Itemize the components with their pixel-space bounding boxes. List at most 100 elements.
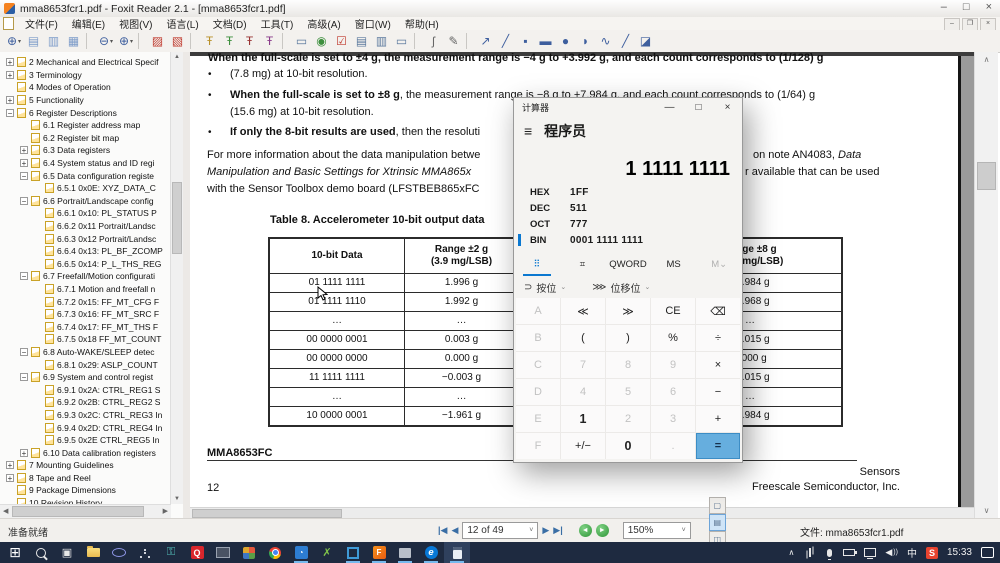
task-view-button[interactable]: ▣ bbox=[54, 542, 80, 563]
maximize-button[interactable]: □ bbox=[963, 1, 970, 13]
close-button[interactable]: × bbox=[986, 1, 992, 13]
scrollbar-thumb[interactable] bbox=[12, 506, 144, 517]
calc-key[interactable]: F bbox=[516, 433, 560, 459]
single-page-layout[interactable]: ▢ bbox=[709, 497, 726, 514]
word-size-button[interactable]: QWORD bbox=[605, 252, 651, 276]
calc-key[interactable]: % bbox=[651, 325, 695, 351]
underline-tool-icon[interactable]: Ŧ bbox=[260, 32, 280, 50]
ide-app-icon[interactable] bbox=[340, 542, 366, 563]
radix-row[interactable]: OCT 777 bbox=[514, 216, 742, 232]
circle-tool-icon[interactable]: ● bbox=[556, 32, 576, 50]
scrollbar-thumb[interactable] bbox=[172, 182, 182, 254]
bookmark-item[interactable]: 6.7.5 0x18 FF_MT_COUNT bbox=[2, 333, 170, 346]
calc-key[interactable]: +/− bbox=[561, 433, 605, 459]
expander-icon[interactable]: − bbox=[20, 197, 28, 205]
bookmark-item[interactable]: + 6.4 System status and ID regi bbox=[2, 157, 170, 170]
previous-view-button[interactable]: ◄ bbox=[579, 524, 592, 537]
clock[interactable]: 15:33 bbox=[947, 542, 972, 563]
radix-row[interactable]: BIN 0001 1111 1111 bbox=[514, 232, 742, 248]
calc-key[interactable]: B bbox=[516, 325, 560, 351]
zoom-out-icon[interactable]: ⊖▾ bbox=[96, 32, 116, 50]
bookmark-item[interactable]: − 6.6 Portrait/Landscape config bbox=[2, 195, 170, 208]
bookmark-item[interactable]: 6.7.2 0x15: FF_MT_CFG F bbox=[2, 295, 170, 308]
bookmark-item[interactable]: 4 Modes of Operation bbox=[2, 81, 170, 94]
rect-tool-icon[interactable]: ▬ bbox=[536, 32, 556, 50]
foxit-reader-icon[interactable]: F bbox=[366, 542, 392, 563]
separator[interactable] bbox=[86, 33, 94, 49]
calculator-title-bar[interactable]: 计算器 — □ × bbox=[514, 98, 742, 116]
bookmark-item[interactable]: 6.8.1 0x29: ASLP_COUNT bbox=[2, 358, 170, 371]
next-page-button[interactable]: ▶ bbox=[542, 525, 549, 536]
last-page-button[interactable]: ▶| bbox=[553, 525, 562, 536]
bookmark-item[interactable]: 6.5.1 0x0E: XYZ_DATA_C bbox=[2, 182, 170, 195]
bookmark-item[interactable]: + 2 Mechanical and Electrical Specif bbox=[2, 56, 170, 69]
squiggly-text-icon[interactable]: ▧ bbox=[168, 32, 188, 50]
highlight-tool-icon[interactable]: Ŧ bbox=[220, 32, 240, 50]
calc-minimize-button[interactable]: — bbox=[655, 98, 684, 117]
calc-key[interactable]: + bbox=[696, 406, 740, 432]
screenshare-app-icon[interactable] bbox=[210, 542, 236, 563]
start-button[interactable]: ⊞ bbox=[2, 542, 28, 563]
zoom-in-icon[interactable]: ⊕▾ bbox=[116, 32, 136, 50]
bookmark-item[interactable]: − 6.9 System and control regist bbox=[2, 371, 170, 384]
calc-key[interactable]: 6 bbox=[651, 379, 695, 405]
actual-size-icon[interactable]: ▤ bbox=[24, 32, 44, 50]
expander-icon[interactable]: + bbox=[20, 159, 28, 167]
scroll-down-icon[interactable]: ∨ bbox=[975, 506, 998, 515]
calc-key[interactable]: 0 bbox=[606, 433, 650, 459]
bookmark-item[interactable]: 6.7.1 Motion and freefall n bbox=[2, 283, 170, 296]
continuous-layout[interactable]: ▤ bbox=[709, 514, 726, 531]
page-number-combo[interactable]: 12 of 49˅ bbox=[462, 522, 538, 539]
qq-icon[interactable]: Q bbox=[184, 542, 210, 563]
scrollbar-thumb[interactable] bbox=[192, 509, 342, 518]
bookmark-item[interactable]: − 6.7 Freefall/Motion configurati bbox=[2, 270, 170, 283]
calc-key[interactable]: × bbox=[696, 352, 740, 378]
hamburger-menu-icon[interactable]: ≡ bbox=[524, 123, 532, 139]
bookmark-item[interactable]: 6.9.1 0x2A: CTRL_REG1 S bbox=[2, 383, 170, 396]
document-vertical-scrollbar[interactable]: ∧ ∨ bbox=[974, 52, 998, 518]
radix-row[interactable]: DEC 511 bbox=[514, 200, 742, 216]
pencil-sign-icon[interactable]: ✎ bbox=[444, 32, 464, 50]
sidebar-vertical-scrollbar[interactable]: ▲ ▼ bbox=[170, 52, 183, 504]
edge-icon[interactable]: e bbox=[418, 542, 444, 563]
calc-key[interactable]: 5 bbox=[606, 379, 650, 405]
strikeout-tool-icon[interactable]: Ŧ bbox=[240, 32, 260, 50]
bookmark-item[interactable]: + 3 Terminology bbox=[2, 69, 170, 82]
bit-toggle-keypad[interactable]: ⌗ bbox=[560, 252, 606, 276]
first-page-button[interactable]: |◀ bbox=[438, 525, 447, 536]
bookmark-item[interactable]: + 6.3 Data registers bbox=[2, 144, 170, 157]
expander-icon[interactable]: + bbox=[6, 461, 14, 469]
expander-icon[interactable]: − bbox=[6, 109, 14, 117]
calc-key[interactable]: 7 bbox=[561, 352, 605, 378]
textfield-field-icon[interactable]: ▭ bbox=[392, 32, 412, 50]
hidden-icons-chevron[interactable]: ∧ bbox=[786, 542, 796, 563]
calc-key[interactable]: − bbox=[696, 379, 740, 405]
bookmark-item[interactable]: 6.1 Register address map bbox=[2, 119, 170, 132]
fit-page-icon[interactable]: ▥ bbox=[44, 32, 64, 50]
bookmark-item[interactable]: 6.9.3 0x2C: CTRL_REG3 In bbox=[2, 409, 170, 422]
bookmark-item[interactable]: + 7 Mounting Guidelines bbox=[2, 459, 170, 472]
separator[interactable] bbox=[190, 33, 198, 49]
scroll-down-icon[interactable]: ▼ bbox=[171, 496, 183, 502]
ime-language-indicator[interactable]: 中 bbox=[907, 542, 917, 563]
bookmark-item[interactable]: + 5 Functionality bbox=[2, 94, 170, 107]
blue-app-icon[interactable]: ◔ bbox=[288, 542, 314, 563]
bookmark-item[interactable]: 6.6.5 0x14: P_L_THS_REG bbox=[2, 258, 170, 271]
action-center-icon[interactable] bbox=[981, 542, 994, 563]
typewriter-icon[interactable]: Ŧ bbox=[200, 32, 220, 50]
power-plug-icon[interactable] bbox=[843, 542, 855, 563]
volume-icon[interactable]: ◀ bbox=[885, 542, 898, 563]
radix-row[interactable]: HEX 1FF bbox=[514, 184, 742, 200]
bookmark-item[interactable]: 6.6.3 0x12 Portrait/Landsc bbox=[2, 232, 170, 245]
expander-icon[interactable]: + bbox=[20, 449, 28, 457]
pushbutton-field-icon[interactable]: ▭ bbox=[292, 32, 312, 50]
scroll-left-icon[interactable]: ◀ bbox=[3, 507, 8, 515]
bookmark-item[interactable]: 10 Revision History bbox=[2, 497, 170, 504]
separator[interactable] bbox=[466, 33, 474, 49]
full-keypad-toggle[interactable]: ⠿ bbox=[514, 252, 560, 276]
bookmark-item[interactable]: + 6.10 Data calibration registers bbox=[2, 446, 170, 459]
memory-flyout-button[interactable]: M⌄ bbox=[696, 252, 742, 276]
radiobutton-field-icon[interactable]: ◉ bbox=[312, 32, 332, 50]
bookmark-item[interactable]: 6.9.4 0x2D: CTRL_REG4 In bbox=[2, 421, 170, 434]
highlight-text-icon[interactable]: ▨ bbox=[148, 32, 168, 50]
